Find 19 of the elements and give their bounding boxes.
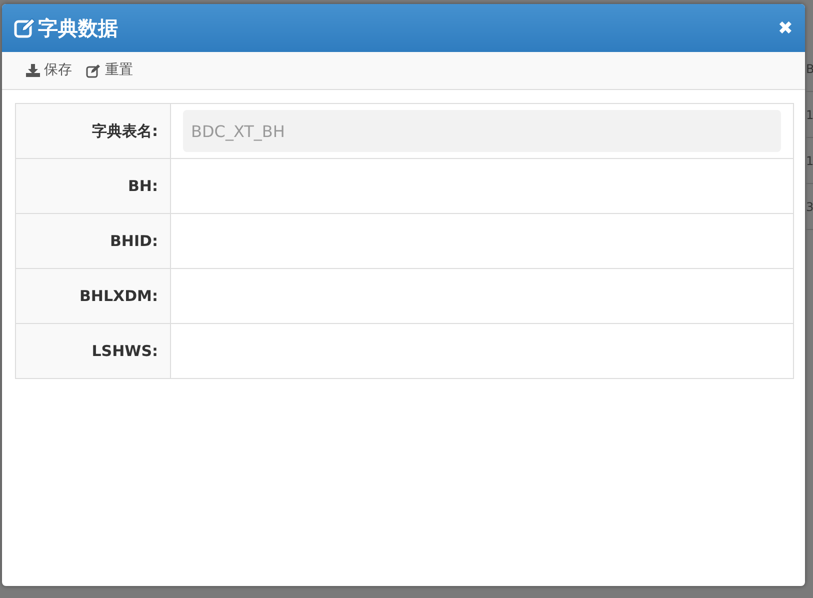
close-button[interactable]: ✖: [776, 14, 795, 42]
reset-button[interactable]: 重置: [86, 60, 133, 81]
field-label: LSHWS:: [16, 324, 170, 378]
table-cell-text: 1: [806, 152, 813, 170]
field-label: 字典表名:: [16, 104, 170, 158]
field-label: BH:: [16, 158, 170, 214]
dialog-title: 字典数据: [38, 15, 118, 42]
input-field[interactable]: [170, 324, 794, 378]
edit-icon: [14, 18, 36, 38]
save-button[interactable]: 保存: [26, 60, 72, 81]
edit-icon: [86, 64, 101, 78]
download-icon: [26, 64, 40, 77]
input-field[interactable]: [170, 214, 794, 268]
input-field[interactable]: [170, 158, 794, 214]
table-cell-text: 1: [806, 106, 813, 124]
field-label: BHID:: [16, 214, 170, 268]
input-field[interactable]: [170, 268, 794, 324]
field-label: BHLXDM:: [16, 268, 170, 324]
table-cell-text: 3: [806, 198, 813, 216]
